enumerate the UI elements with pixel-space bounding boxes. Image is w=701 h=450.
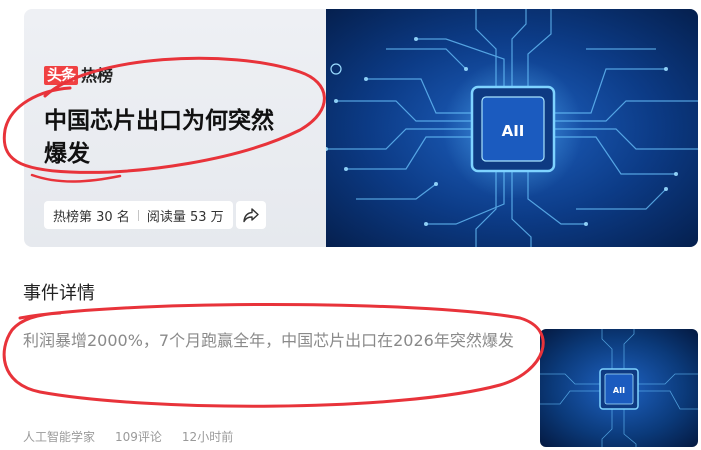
toutiao-logo: 头条 [44, 66, 79, 85]
hot-list-label: 热榜 [81, 65, 114, 85]
chip-hero-image[interactable]: AII [326, 9, 698, 247]
stats-divider [137, 209, 139, 221]
post-time: 12小时前 [181, 430, 234, 444]
hot-rank: 热榜第 30 名 [53, 209, 130, 225]
author-name[interactable]: 人工智能学家 [23, 430, 95, 445]
hot-stats-pill: 热榜第 30 名 阅读量 53 万 [44, 201, 233, 229]
thumb-chip-label: AII [613, 386, 625, 395]
share-button[interactable] [236, 201, 266, 229]
read-count: 阅读量 53 万 [146, 209, 224, 225]
comment-count[interactable]: 109评论 [115, 430, 162, 445]
event-summary[interactable]: 利润暴增2000%，7个月跑赢全年，中国芯片出口在2026年突然爆发 [23, 328, 523, 353]
annotation-circle-summary [2, 303, 545, 408]
chip-label: AII [502, 122, 525, 140]
event-meta: 人工智能学家 109评论 12小时前 [23, 430, 233, 445]
hot-card-text-panel: 头条 热榜 中国芯片出口为何突然爆发 热榜第 30 名 阅读量 53 万 [24, 9, 326, 247]
toutiao-hot-brand: 头条 热榜 [44, 66, 113, 85]
event-thumbnail[interactable]: AII [540, 329, 698, 447]
hot-card[interactable]: 头条 热榜 中国芯片出口为何突然爆发 热榜第 30 名 阅读量 53 万 AII [24, 9, 698, 247]
share-icon [243, 208, 259, 223]
hot-card-title[interactable]: 中国芯片出口为何突然爆发 [44, 105, 284, 171]
event-section-title: 事件详情 [23, 283, 95, 304]
